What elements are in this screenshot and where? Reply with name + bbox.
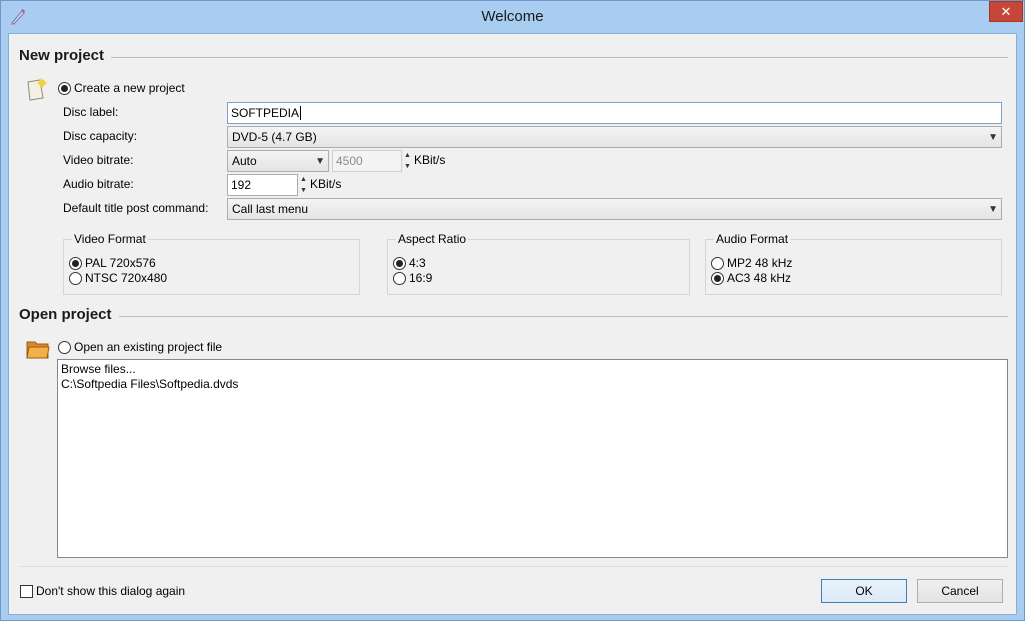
create-new-project-radio[interactable]: [58, 82, 71, 95]
disc-capacity-caption: Disc capacity:: [63, 129, 138, 143]
audio-format-group: Audio Format MP2 48 kHz AC3 48 kHz: [705, 232, 1002, 295]
video-format-title: Video Format: [72, 232, 148, 246]
open-existing-project-radio[interactable]: [58, 341, 71, 354]
ok-button[interactable]: OK: [821, 579, 907, 603]
aspect-ratio-4-3-label: 4:3: [409, 256, 426, 270]
aspect-ratio-group: Aspect Ratio 4:3 16:9: [387, 232, 690, 295]
new-document-icon: [26, 78, 48, 102]
dialog-content: New project Create a new project Disc la…: [8, 33, 1017, 615]
audio-bitrate-caption: Audio bitrate:: [63, 177, 134, 191]
aspect-ratio-title: Aspect Ratio: [396, 232, 469, 246]
folder-icon: [26, 338, 50, 360]
video-bitrate-spinner[interactable]: ▲ ▼: [403, 150, 412, 172]
open-project-divider: [119, 316, 1008, 317]
aspect-ratio-16-9-radio[interactable]: [393, 272, 406, 285]
disc-label-caption: Disc label:: [63, 105, 119, 119]
welcome-dialog-window: Welcome ✕ New project Create a new proje…: [0, 0, 1025, 621]
create-new-project-label: Create a new project: [74, 81, 185, 95]
disc-capacity-value: DVD-5 (4.7 GB): [232, 130, 317, 144]
audio-bitrate-spinner[interactable]: ▲ ▼: [299, 174, 308, 196]
dont-show-again-label: Don't show this dialog again: [36, 584, 186, 598]
video-format-pal-label: PAL 720x576: [85, 256, 156, 270]
audio-bitrate-value: 192: [231, 178, 252, 192]
video-bitrate-unit: KBit/s: [414, 153, 446, 167]
aspect-ratio-16-9-label: 16:9: [409, 271, 433, 285]
audio-format-mp2-radio[interactable]: [711, 257, 724, 270]
close-icon: ✕: [1000, 3, 1012, 19]
list-item-browse-files[interactable]: Browse files...: [61, 362, 136, 376]
open-existing-project-label: Open an existing project file: [74, 340, 223, 354]
window-title: Welcome: [481, 8, 544, 25]
dont-show-again-checkbox[interactable]: [20, 585, 33, 598]
spinner-down-icon[interactable]: ▼: [299, 185, 308, 196]
video-bitrate-input[interactable]: 4500: [332, 150, 402, 172]
aspect-ratio-4-3-radio[interactable]: [393, 257, 406, 270]
video-bitrate-value: 4500: [336, 154, 363, 168]
post-command-value: Call last menu: [232, 202, 309, 216]
new-project-divider: [111, 57, 1008, 58]
video-bitrate-mode-value: Auto: [232, 154, 257, 168]
list-item-recent-file[interactable]: C:\Softpedia Files\Softpedia.dvds: [61, 377, 238, 391]
project-files-list[interactable]: Browse files... C:\Softpedia Files\Softp…: [57, 359, 1008, 558]
footer-divider: [19, 566, 1008, 567]
new-project-heading: New project: [19, 47, 105, 64]
video-format-group: Video Format PAL 720x576 NTSC 720x480: [63, 232, 360, 295]
audio-format-ac3-radio[interactable]: [711, 272, 724, 285]
spinner-up-icon[interactable]: ▲: [403, 150, 412, 161]
ok-button-label: OK: [855, 584, 873, 598]
chevron-down-icon: ▼: [315, 156, 325, 167]
spinner-down-icon[interactable]: ▼: [403, 161, 412, 172]
cancel-button[interactable]: Cancel: [917, 579, 1003, 603]
audio-format-ac3-label: AC3 48 kHz: [727, 271, 792, 285]
close-button[interactable]: ✕: [989, 1, 1023, 22]
disc-label-value: SOFTPEDIA: [231, 106, 300, 120]
post-command-select[interactable]: Call last menu ▼: [227, 198, 1002, 220]
video-format-pal-radio[interactable]: [69, 257, 82, 270]
cancel-button-label: Cancel: [941, 584, 979, 598]
post-command-caption: Default title post command:: [63, 201, 209, 215]
video-bitrate-mode-select[interactable]: Auto ▼: [227, 150, 329, 172]
disc-capacity-select[interactable]: DVD-5 (4.7 GB) ▼: [227, 126, 1002, 148]
video-format-ntsc-label: NTSC 720x480: [85, 271, 168, 285]
disc-label-input[interactable]: SOFTPEDIA: [227, 102, 1002, 124]
video-bitrate-caption: Video bitrate:: [63, 153, 134, 167]
audio-format-title: Audio Format: [714, 232, 791, 246]
chevron-down-icon: ▼: [988, 132, 998, 143]
video-format-ntsc-radio[interactable]: [69, 272, 82, 285]
title-bar[interactable]: Welcome ✕: [1, 1, 1024, 33]
audio-bitrate-input[interactable]: 192: [227, 174, 298, 196]
spinner-up-icon[interactable]: ▲: [299, 174, 308, 185]
audio-format-mp2-label: MP2 48 kHz: [727, 256, 793, 270]
audio-bitrate-unit: KBit/s: [310, 177, 342, 191]
open-project-heading: Open project: [19, 306, 112, 323]
chevron-down-icon: ▼: [988, 204, 998, 215]
